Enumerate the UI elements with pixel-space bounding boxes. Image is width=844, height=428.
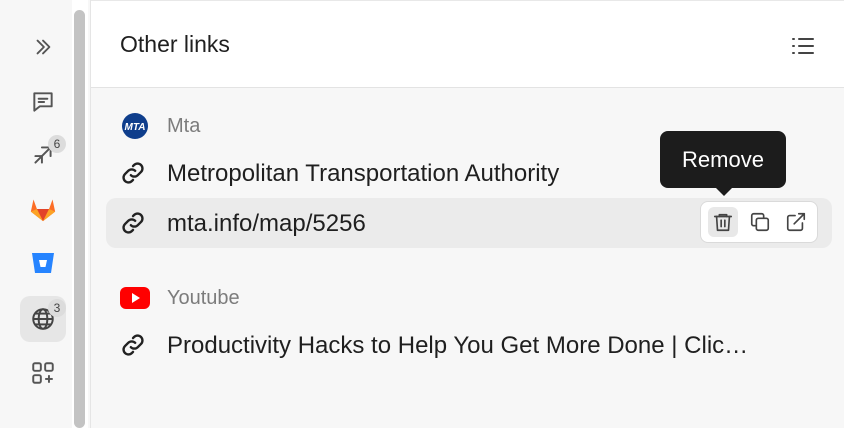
sidebar-scrollbar[interactable] [74, 10, 85, 428]
external-link-icon [786, 212, 806, 232]
link-text: Productivity Hacks to Help You Get More … [167, 332, 749, 359]
comments-button[interactable] [20, 79, 66, 125]
double-chevron-right-icon [36, 39, 51, 55]
message-square-icon [33, 92, 53, 112]
list-icon [792, 38, 814, 54]
web-links-badge: 3 [48, 299, 66, 317]
gitlab-logo-icon [30, 199, 56, 222]
pull-requests-button[interactable]: 6 [20, 132, 66, 178]
trash-icon [713, 213, 733, 232]
remove-button[interactable] [708, 207, 738, 237]
link-text: Metropolitan Transportation Authority [167, 160, 560, 187]
remove-tooltip: Remove [660, 131, 786, 188]
tooltip-arrow [715, 187, 733, 196]
open-external-button[interactable] [781, 207, 811, 237]
expand-button[interactable] [20, 24, 66, 70]
link-icon [122, 162, 144, 184]
link-row[interactable]: Productivity Hacks to Help You Get More … [106, 320, 832, 370]
panel-title: Other links [120, 31, 230, 57]
link-icon [122, 212, 144, 234]
gitlab-button[interactable] [20, 186, 66, 232]
pull-requests-badge: 6 [48, 135, 66, 153]
youtube-logo [120, 283, 150, 313]
mta-logo: MTA [120, 111, 150, 141]
copy-icon [750, 212, 770, 232]
group-label-youtube: Youtube [167, 287, 240, 309]
panel-header: Other links [91, 0, 844, 88]
link-text: mta.info/map/5256 [167, 210, 366, 237]
mta-logo-text: MTA [125, 122, 146, 133]
add-integration-button[interactable] [20, 350, 66, 396]
web-links-button[interactable]: 3 [20, 296, 66, 342]
list-view-button[interactable] [790, 34, 816, 58]
grid-plus-icon [32, 362, 54, 384]
mta-logo-icon: MTA [122, 113, 148, 139]
group-label-mta: Mta [167, 115, 201, 137]
youtube-logo-icon [120, 287, 150, 309]
link-icon [122, 334, 144, 356]
bitbucket-button[interactable] [20, 240, 66, 286]
row-actions [700, 201, 818, 243]
bitbucket-logo-icon [32, 253, 54, 273]
copy-button[interactable] [745, 207, 775, 237]
